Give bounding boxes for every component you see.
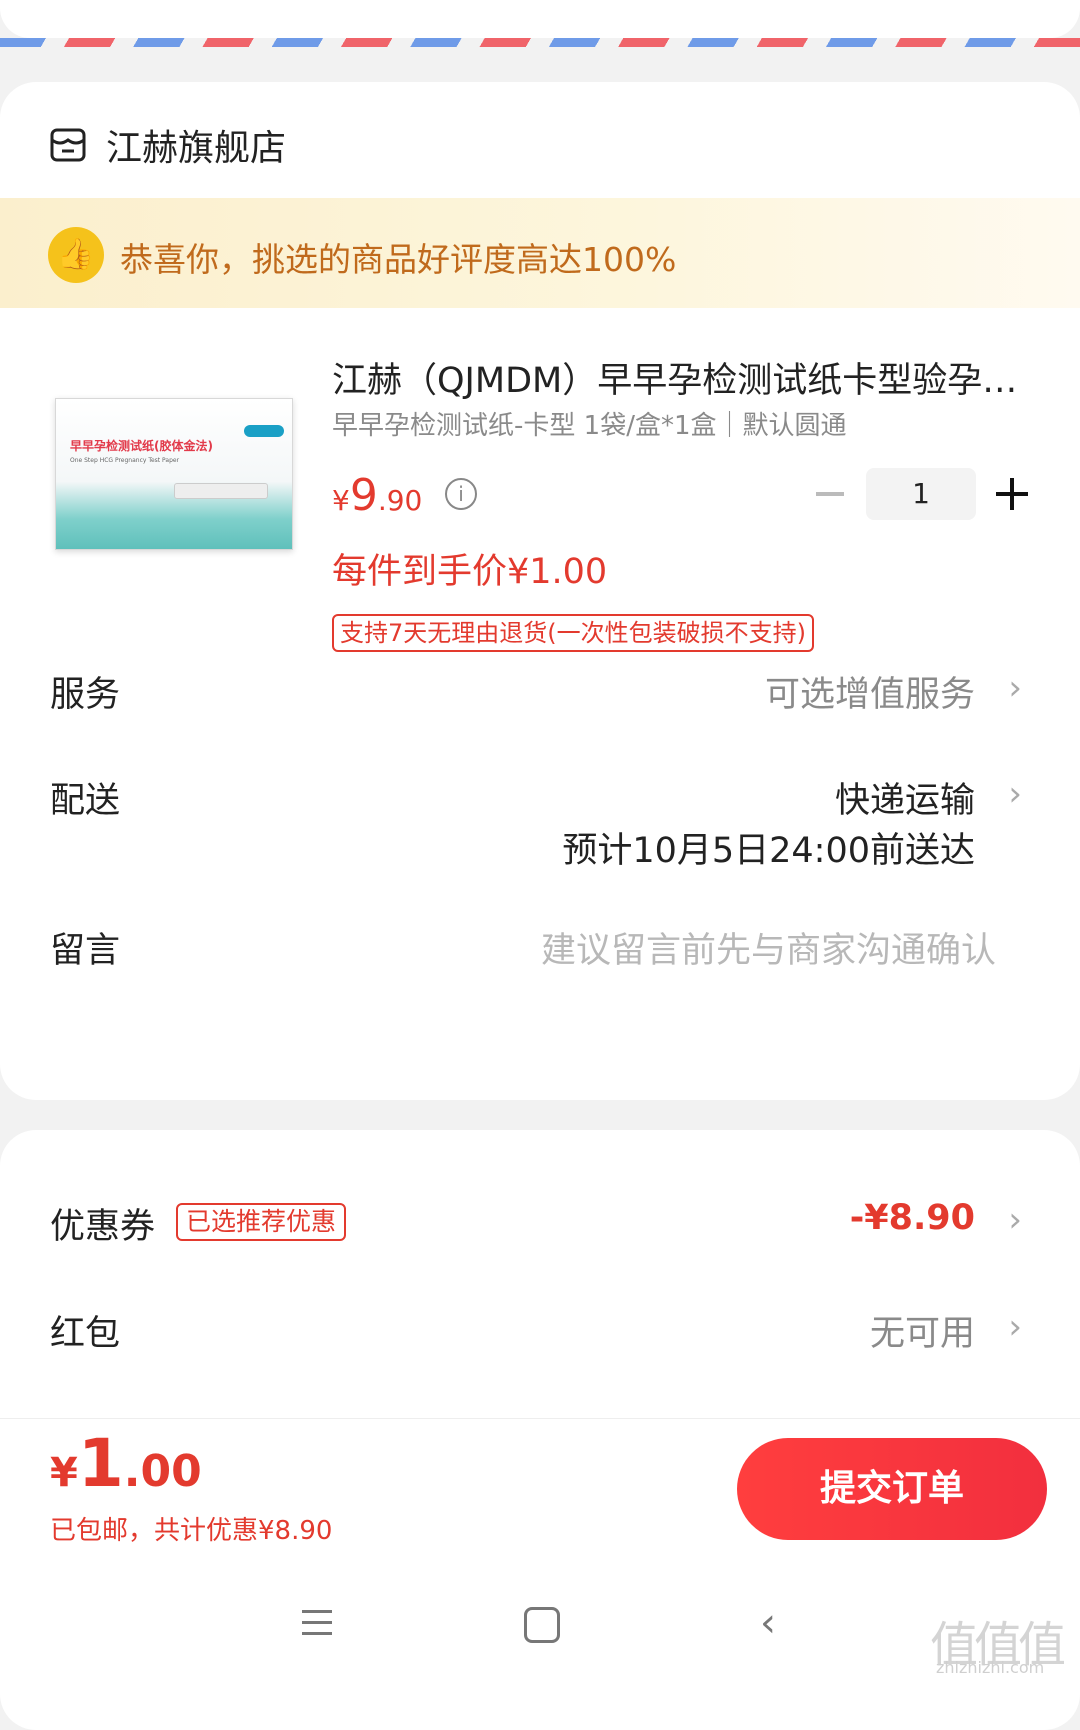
service-label: 服务 <box>50 675 121 715</box>
message-label: 留言 <box>50 931 121 971</box>
product-spec[interactable]: 早早孕检测试纸-卡型 1袋/盒*1盒｜默认圆通 <box>332 405 847 442</box>
message-input[interactable]: 建议留言前先与商家沟通确认 <box>541 922 996 973</box>
product-title[interactable]: 江赫（QJMDM）早早孕检测试纸卡型验孕… <box>332 352 1017 403</box>
thumbs-up-icon: 👍 <box>48 227 104 283</box>
redpacket-chevron-icon[interactable]: › <box>1008 1307 1022 1347</box>
return-policy-tag: 支持7天无理由退货(一次性包装破损不支持) <box>332 614 814 652</box>
coupon-recommended-tag: 已选推荐优惠 <box>176 1203 347 1241</box>
coupon-label: 优惠券 <box>50 1207 156 1247</box>
home-icon[interactable] <box>524 1607 560 1643</box>
airmail-stripe <box>0 38 1080 47</box>
coupon-value[interactable]: -¥8.90 <box>850 1198 975 1238</box>
rating-banner-text: 恭喜你，挑选的商品好评度高达100% <box>120 240 677 279</box>
product-image[interactable]: 早早孕检测试纸(胶体金法) One Step HCG Pregnancy Tes… <box>55 398 293 550</box>
test-strip-graphic <box>174 483 268 499</box>
service-chevron-icon[interactable]: › <box>1008 668 1022 708</box>
back-icon[interactable]: ‹ <box>760 1600 776 1646</box>
delivery-label: 配送 <box>50 781 121 821</box>
info-icon[interactable]: i <box>445 478 477 510</box>
watermark-url: zhizhizhi.com <box>936 1658 1045 1677</box>
brand-logo <box>244 425 284 437</box>
submit-order-button[interactable]: 提交订单 <box>737 1438 1047 1540</box>
redpacket-value[interactable]: 无可用 <box>870 1305 975 1356</box>
minus-icon <box>816 492 844 496</box>
shop-header[interactable]: 江赫旗舰店 <box>50 120 286 170</box>
quantity-input[interactable]: 1 <box>866 468 976 520</box>
shop-name: 江赫旗舰店 <box>106 128 287 169</box>
redpacket-label: 红包 <box>50 1314 121 1354</box>
address-card-bottom <box>0 0 1080 38</box>
increase-quantity-button[interactable] <box>994 476 1030 512</box>
unit-price: 每件到手价¥1.00 <box>332 552 608 592</box>
coupon-chevron-icon[interactable]: › <box>1008 1200 1022 1240</box>
total-discount: 共计优惠¥8.90 <box>154 1516 333 1546</box>
shipping-free: 已包邮， <box>50 1516 155 1546</box>
product-image-title: 早早孕检测试纸(胶体金法) <box>70 439 213 453</box>
store-icon <box>50 128 86 162</box>
delivery-eta: 预计10月5日24:00前送达 <box>562 831 975 871</box>
decrease-quantity-button[interactable] <box>812 476 848 512</box>
service-value[interactable]: 可选增值服务 <box>765 666 975 717</box>
recent-apps-icon[interactable] <box>302 1610 332 1636</box>
delivery-value[interactable]: 快递运输 <box>835 772 975 823</box>
shipping-summary: 已包邮，共计优惠¥8.90 <box>50 1510 332 1547</box>
delivery-chevron-icon[interactable]: › <box>1008 774 1022 814</box>
envelope-border <box>0 0 1080 48</box>
product-image-subtitle: One Step HCG Pregnancy Test Paper <box>70 457 180 464</box>
product-price: ¥9.90 <box>332 470 423 521</box>
total-price: ¥1.00 <box>50 1425 202 1502</box>
